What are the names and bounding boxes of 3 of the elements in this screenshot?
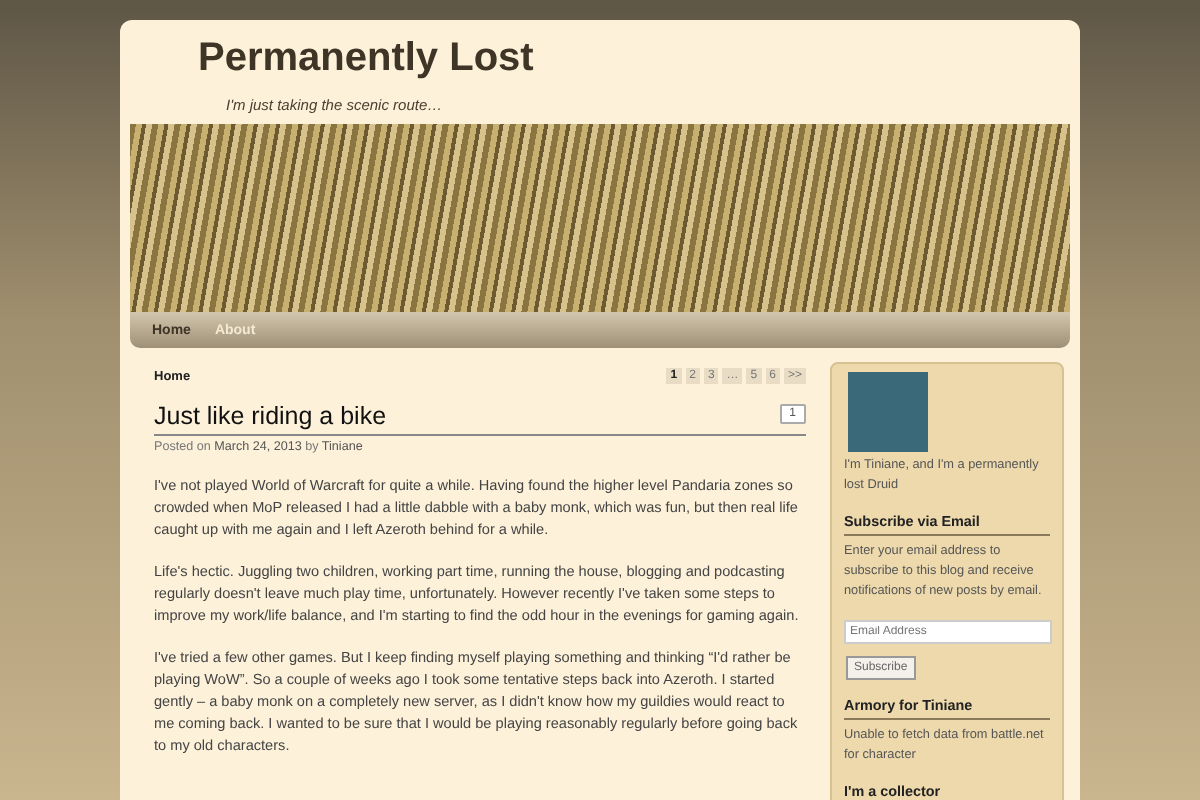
post-title[interactable]: Just like riding a bike [154,402,387,430]
site-title[interactable]: Permanently Lost [130,20,1070,96]
avatar-placeholder [848,372,928,452]
